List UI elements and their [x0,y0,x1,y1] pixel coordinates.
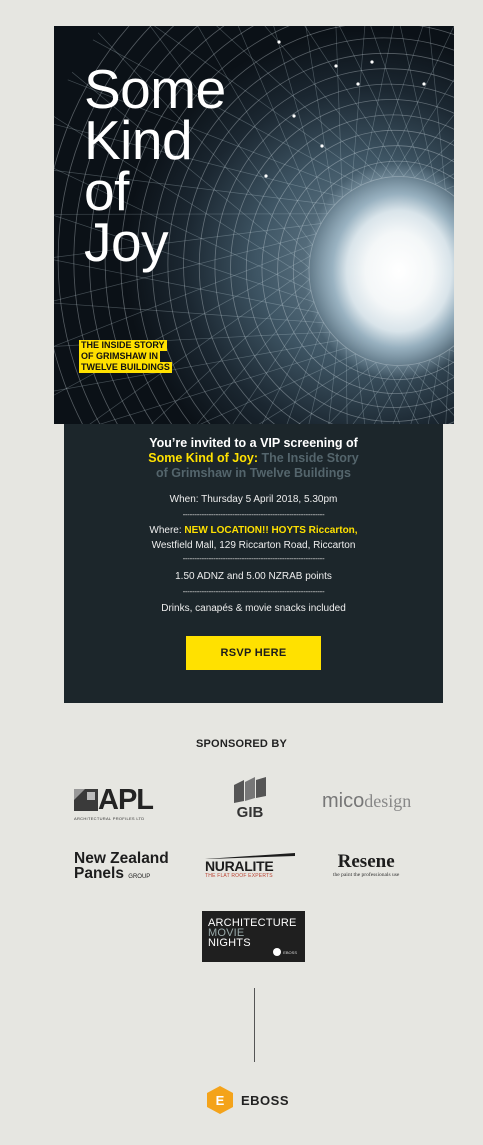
design-text: design [364,791,412,811]
event-points: 1.50 ADNZ and 5.00 NZRAB points [175,571,332,582]
event-address: Westfield Mall, 129 Riccarton Road, Ricc… [151,540,356,551]
nzp-line2: Panels [74,865,124,882]
nuralite-name: NURALITE [205,858,274,874]
eboss-brand: EBOSS [241,1092,290,1108]
divider: ----------------------------------------… [182,556,325,562]
amn-eboss-badge: EBOSS [273,948,297,956]
sponsored-heading: SPONSORED BY [195,738,288,750]
hero-title-line: of [84,160,129,222]
film-subtitle: The Inside Story [261,451,359,465]
apl-tagline: ARCHITECTURAL PROFILES LTD [74,816,145,821]
where-highlight: NEW LOCATION!! HOYTS Riccarton, [184,525,358,536]
nuralite-logo[interactable]: NURALITE THE FLAT ROOF EXPERTS [205,853,295,879]
event-when: When: Thursday 5 April 2018, 5.30pm [169,494,338,505]
resene-tagline: the paint the professionals use [333,872,400,878]
amn-line3: NIGHTS [208,937,251,949]
divider: ----------------------------------------… [182,512,325,518]
hero-subtitle-line: THE INSIDE STORY [79,340,167,351]
hero-subtitle-line: TWELVE BUILDINGS [79,362,172,373]
hero-title: Some Kind of Joy [84,58,226,273]
film-title: Some Kind of Joy: [148,451,258,465]
nuralite-tagline: THE FLAT ROOF EXPERTS [205,873,273,879]
invitation-heading-line: You’re invited to a VIP screening of [149,436,358,450]
invitation-heading: You’re invited to a VIP screening of Som… [64,436,443,481]
eboss-footer-logo[interactable]: E EBOSS [207,1086,289,1114]
mico-text: mico [322,790,365,812]
hero-title-line: Some [84,58,226,120]
invitation-panel: You’re invited to a VIP screening of Som… [64,424,443,703]
resene-logo[interactable]: Resene the paint the professionals use [333,851,400,878]
gib-mark-icon [234,777,266,803]
apl-name: APL [98,784,154,816]
architecture-movie-nights-logo[interactable]: ARCHITECTURE MOVIE NIGHTS EBOSS [202,911,305,962]
where-prefix: Where: [149,525,185,536]
apl-logo[interactable]: APL ARCHITECTURAL PROFILES LTD [74,784,154,821]
film-subtitle-line: of Grimshaw in Twelve Buildings [156,466,351,480]
divider: ----------------------------------------… [182,589,325,595]
nzp-line1: New Zealand [74,850,169,867]
new-zealand-panels-logo[interactable]: New Zealand Panels GROUP [74,851,169,885]
event-extras: Drinks, canapés & movie snacks included [161,603,346,614]
hero-subtitle: THE INSIDE STORY OF GRIMSHAW IN TWELVE B… [79,340,199,373]
nzp-group: GROUP [128,874,151,880]
eboss-dot-icon [273,948,282,956]
hero-subtitle-line: OF GRIMSHAW IN [79,351,160,362]
mico-design-logo[interactable]: micodesign [322,790,411,813]
amn-badge-text: EBOSS [283,949,297,955]
event-where: Where: NEW LOCATION!! HOYTS Riccarton, [64,523,443,538]
gib-name: GIB [236,804,264,821]
rsvp-button[interactable]: RSVP HERE [186,636,321,670]
eboss-icon-letter: E [216,1093,225,1108]
divider-line [254,988,255,1062]
resene-name: Resene [337,851,395,872]
hero-title-line: Kind [84,109,193,171]
hero-title-line: Joy [84,211,169,273]
gib-logo[interactable]: GIB [232,777,268,820]
hero-image: Some Kind of Joy THE INSIDE STORY OF GRI… [54,26,454,424]
apl-mark-icon [74,789,98,811]
eboss-hexagon-icon: E [207,1086,233,1114]
